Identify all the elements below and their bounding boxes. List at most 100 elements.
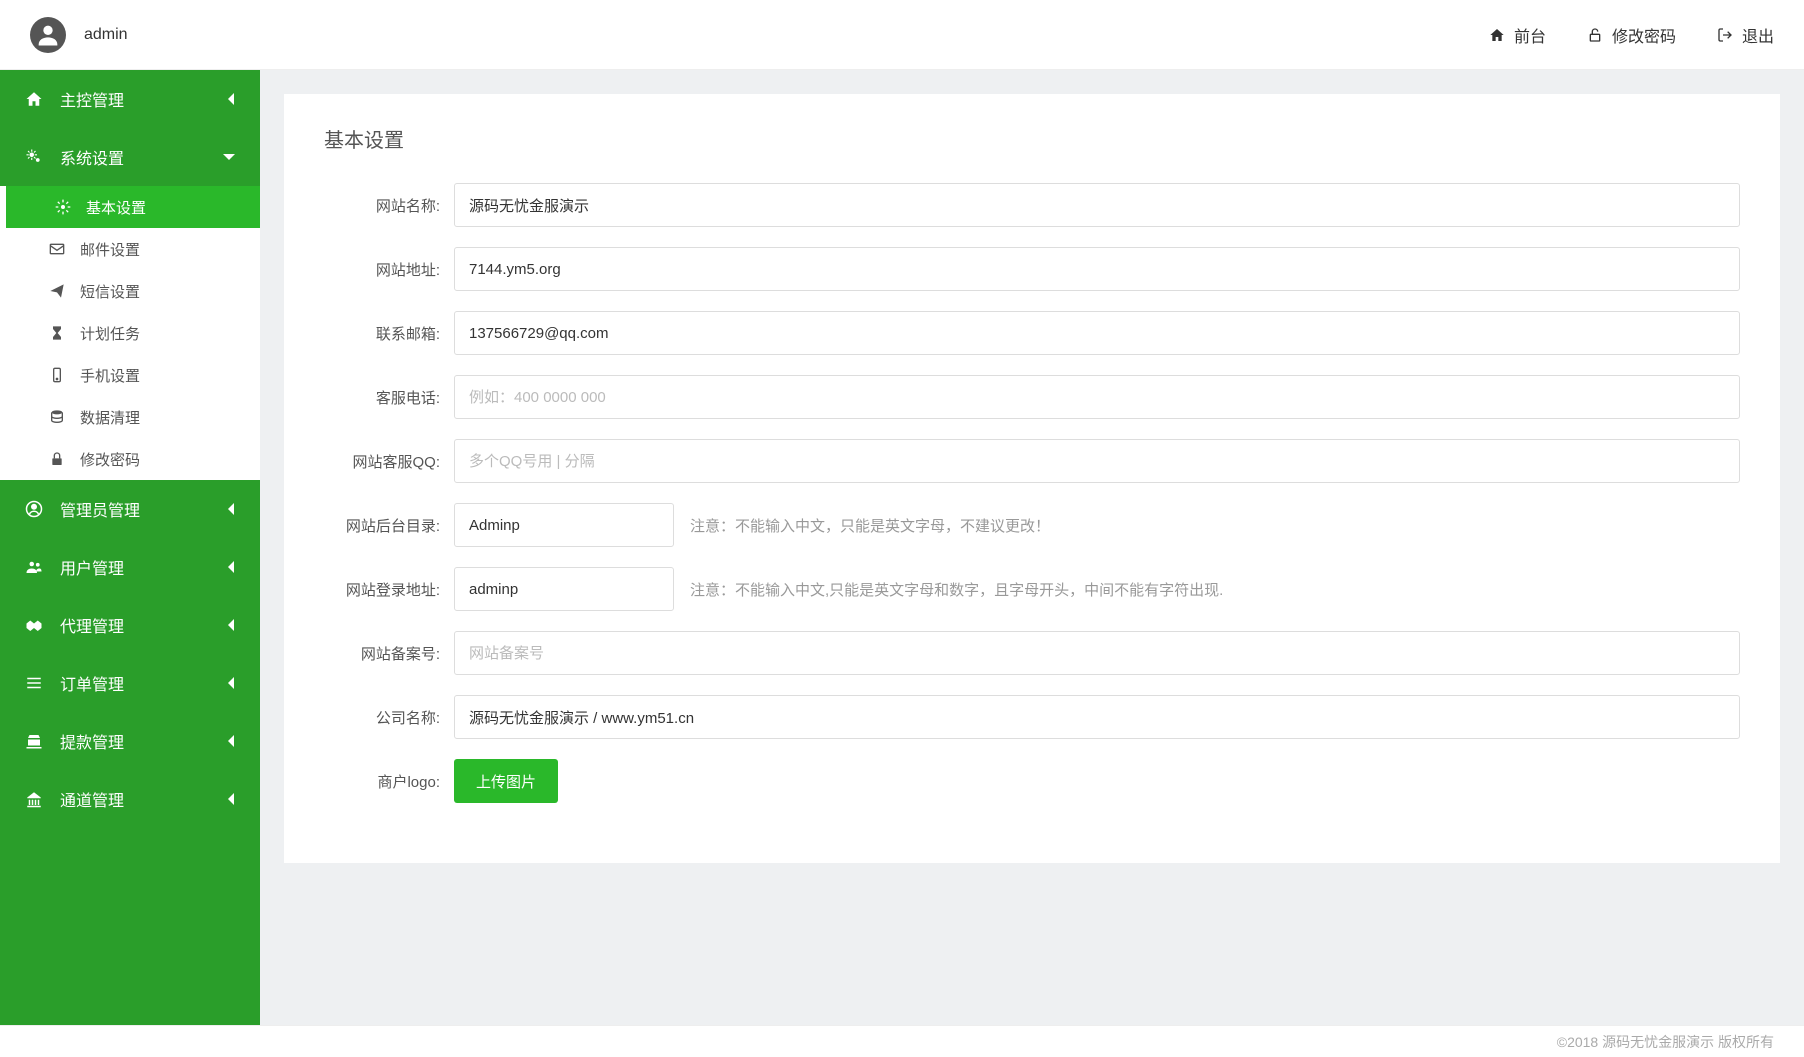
footer: ©2018 源码无忧金服演示 版权所有: [0, 1025, 1804, 1057]
logout-label: 退出: [1742, 23, 1774, 47]
sub-item-label: 短信设置: [80, 281, 140, 302]
label-icp: 网站备案号:: [324, 643, 454, 664]
logout-icon: [1716, 26, 1734, 44]
sub-item-label: 手机设置: [80, 365, 140, 386]
hourglass-icon: [48, 325, 66, 341]
users-icon: [24, 558, 44, 576]
user-icon: [34, 21, 62, 49]
sub-item-change-password[interactable]: 修改密码: [0, 438, 260, 480]
sub-item-label: 修改密码: [80, 449, 140, 470]
sidebar-item-label: 提款管理: [60, 729, 124, 753]
sidebar-item-orders[interactable]: 订单管理: [0, 654, 260, 712]
building-icon: [24, 790, 44, 808]
chevron-left-icon: [226, 734, 236, 748]
sidebar-item-label: 用户管理: [60, 555, 124, 579]
sub-item-basic-settings[interactable]: 基本设置: [6, 186, 260, 228]
upload-logo-button[interactable]: 上传图片: [454, 759, 558, 803]
sub-item-cron[interactable]: 计划任务: [0, 312, 260, 354]
sub-item-label: 邮件设置: [80, 239, 140, 260]
header-right: 前台 修改密码 退出: [1488, 23, 1774, 47]
frontend-link-label: 前台: [1514, 23, 1546, 47]
handshake-icon: [24, 616, 44, 634]
frontend-link[interactable]: 前台: [1488, 23, 1546, 47]
sidebar-item-label: 系统设置: [60, 145, 124, 169]
label-login-url: 网站登录地址:: [324, 579, 454, 600]
chevron-left-icon: [226, 560, 236, 574]
database-icon: [48, 409, 66, 425]
sidebar-item-admin[interactable]: 管理员管理: [0, 480, 260, 538]
input-service-phone[interactable]: [454, 375, 1740, 419]
label-logo: 商户logo:: [324, 771, 454, 792]
hint-login-url: 注意：不能输入中文,只能是英文字母和数字，且字母开头，中间不能有字符出现.: [690, 579, 1223, 600]
chevron-left-icon: [226, 792, 236, 806]
header-left: admin: [30, 17, 128, 53]
label-contact-email: 联系邮箱:: [324, 323, 454, 344]
sidebar-item-label: 管理员管理: [60, 497, 140, 521]
home-icon: [24, 90, 44, 108]
paper-plane-icon: [48, 283, 66, 299]
body-wrap: 主控管理 系统设置 基本设置 邮件设置 短信设置 计划任务: [0, 70, 1804, 1025]
list-icon: [24, 674, 44, 692]
change-password-link[interactable]: 修改密码: [1586, 23, 1676, 47]
username: admin: [84, 26, 128, 44]
row-icp: 网站备案号:: [324, 631, 1740, 675]
sub-item-data-clean[interactable]: 数据清理: [0, 396, 260, 438]
chevron-left-icon: [226, 676, 236, 690]
input-service-qq[interactable]: [454, 439, 1740, 483]
row-service-qq: 网站客服QQ:: [324, 439, 1740, 483]
input-icp[interactable]: [454, 631, 1740, 675]
sidebar-item-label: 订单管理: [60, 671, 124, 695]
input-company-name[interactable]: [454, 695, 1740, 739]
system-submenu: 基本设置 邮件设置 短信设置 计划任务 手机设置 数据清理: [0, 186, 260, 480]
label-service-qq: 网站客服QQ:: [324, 451, 454, 472]
input-site-url[interactable]: [454, 247, 1740, 291]
sidebar-item-channel[interactable]: 通道管理: [0, 770, 260, 828]
sidebar-item-label: 通道管理: [60, 787, 124, 811]
row-contact-email: 联系邮箱:: [324, 311, 1740, 355]
sidebar-item-withdraw[interactable]: 提款管理: [0, 712, 260, 770]
input-login-url[interactable]: [454, 567, 674, 611]
row-admin-dir: 网站后台目录: 注意：不能输入中文，只能是英文字母，不建议更改！: [324, 503, 1740, 547]
row-site-url: 网站地址:: [324, 247, 1740, 291]
sub-item-mobile-settings[interactable]: 手机设置: [0, 354, 260, 396]
settings-panel: 基本设置 网站名称: 网站地址: 联系邮箱: 客服电话: 网站客服QQ:: [284, 94, 1780, 863]
input-admin-dir[interactable]: [454, 503, 674, 547]
row-logo: 商户logo: 上传图片: [324, 759, 1740, 803]
sidebar-item-dashboard[interactable]: 主控管理: [0, 70, 260, 128]
label-admin-dir: 网站后台目录:: [324, 515, 454, 536]
sub-item-label: 数据清理: [80, 407, 140, 428]
logout-link[interactable]: 退出: [1716, 23, 1774, 47]
home-icon: [1488, 26, 1506, 44]
cogs-icon: [24, 148, 44, 166]
sub-item-label: 基本设置: [86, 197, 146, 218]
cog-icon: [54, 199, 72, 215]
sidebar-item-label: 主控管理: [60, 87, 124, 111]
chevron-left-icon: [226, 618, 236, 632]
sub-item-email-settings[interactable]: 邮件设置: [0, 228, 260, 270]
row-service-phone: 客服电话:: [324, 375, 1740, 419]
sub-item-sms-settings[interactable]: 短信设置: [0, 270, 260, 312]
chevron-left-icon: [226, 92, 236, 106]
lock-icon: [48, 451, 66, 467]
input-contact-email[interactable]: [454, 311, 1740, 355]
chevron-down-icon: [222, 152, 236, 162]
sidebar-item-label: 代理管理: [60, 613, 124, 637]
user-circle-icon: [24, 500, 44, 518]
label-site-url: 网站地址:: [324, 259, 454, 280]
sidebar-item-users[interactable]: 用户管理: [0, 538, 260, 596]
chevron-left-icon: [226, 502, 236, 516]
label-site-name: 网站名称:: [324, 195, 454, 216]
copyright: ©2018 源码无忧金服演示 版权所有: [1557, 1032, 1774, 1052]
change-password-label: 修改密码: [1612, 23, 1676, 47]
input-site-name[interactable]: [454, 183, 1740, 227]
envelope-icon: [48, 241, 66, 257]
header: admin 前台 修改密码 退出: [0, 0, 1804, 70]
hint-admin-dir: 注意：不能输入中文，只能是英文字母，不建议更改！: [690, 515, 1050, 536]
sidebar-item-agent[interactable]: 代理管理: [0, 596, 260, 654]
label-service-phone: 客服电话:: [324, 387, 454, 408]
avatar[interactable]: [30, 17, 66, 53]
label-company-name: 公司名称:: [324, 707, 454, 728]
bank-icon: [24, 732, 44, 750]
sidebar-item-system[interactable]: 系统设置: [0, 128, 260, 186]
row-company-name: 公司名称:: [324, 695, 1740, 739]
